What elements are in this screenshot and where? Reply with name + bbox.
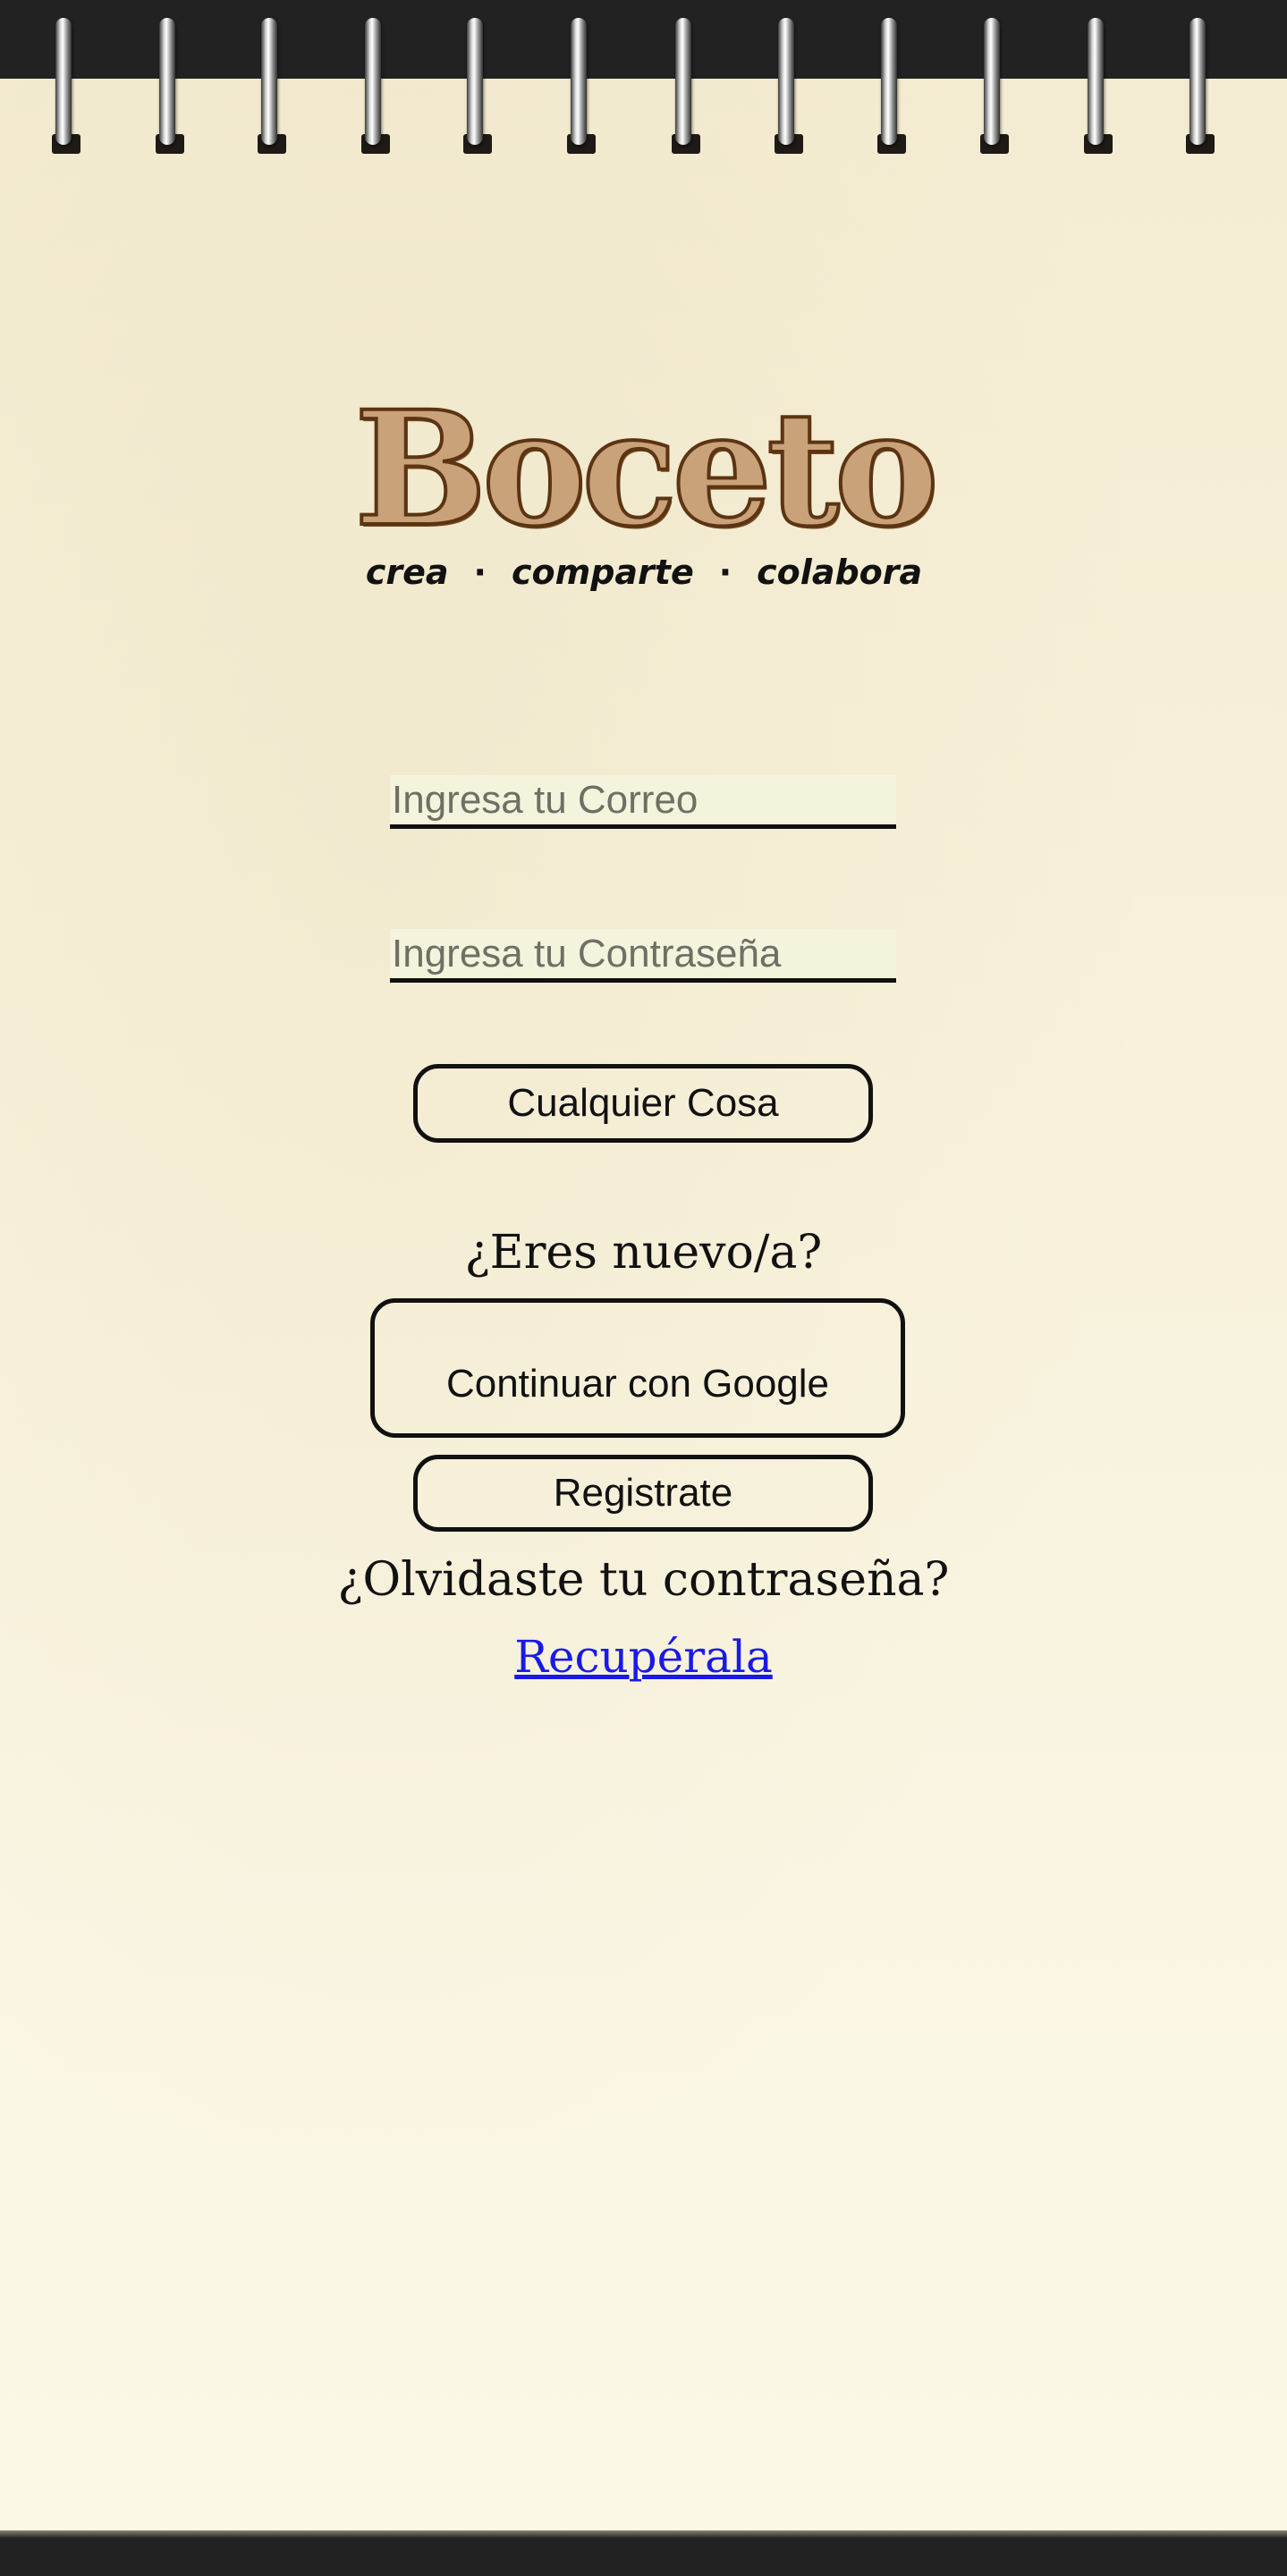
spiral-wire bbox=[159, 18, 175, 145]
new-user-prompt: ¿Eres nuevo/a? bbox=[464, 1226, 823, 1280]
register-button[interactable]: Registrate bbox=[413, 1455, 873, 1532]
spiral-ring bbox=[150, 18, 186, 154]
tagline-word-colabora: colabora bbox=[757, 553, 923, 592]
spiral-ring bbox=[769, 18, 805, 154]
tagline-separator: · bbox=[473, 553, 487, 592]
spiral-wire bbox=[1190, 18, 1206, 145]
spiral-ring bbox=[872, 18, 908, 154]
forgot-password-prompt: ¿Olvidaste tu contraseña? bbox=[337, 1553, 950, 1607]
spiral-ring bbox=[356, 18, 392, 154]
paper-bottom-edge bbox=[0, 2530, 1287, 2538]
spiral-ring bbox=[1181, 18, 1216, 154]
tagline-separator: · bbox=[718, 553, 732, 592]
spiral-wire bbox=[881, 18, 897, 145]
spiral-wire bbox=[571, 18, 587, 145]
spiral-ring bbox=[666, 18, 702, 154]
spiral-ring bbox=[252, 18, 288, 154]
spiral-ring bbox=[47, 18, 82, 154]
spiral-wire bbox=[467, 18, 483, 145]
spiral-ring bbox=[975, 18, 1011, 154]
spiral-wire bbox=[365, 18, 381, 145]
spiral-wire bbox=[984, 18, 1000, 145]
tagline-word-crea: crea bbox=[365, 553, 449, 592]
google-signin-button[interactable]: Continuar con Google bbox=[370, 1298, 905, 1438]
spiral-wire bbox=[1088, 18, 1104, 145]
spiral-wire bbox=[778, 18, 794, 145]
login-submit-button[interactable]: Cualquier Cosa bbox=[413, 1064, 873, 1143]
tagline-word-comparte: comparte bbox=[511, 553, 694, 592]
spiral-wire bbox=[55, 18, 72, 145]
app-logo: Boceto bbox=[352, 376, 941, 562]
tagline: crea · comparte · colabora bbox=[366, 547, 922, 597]
recover-password-link[interactable]: Recupérala bbox=[0, 1626, 1287, 1688]
password-input[interactable] bbox=[390, 929, 896, 983]
spiral-ring bbox=[1079, 18, 1114, 154]
email-input[interactable] bbox=[390, 775, 896, 829]
spiral-wire bbox=[675, 18, 691, 145]
spiral-wire bbox=[261, 18, 277, 145]
spiral-ring bbox=[458, 18, 494, 154]
spiral-ring bbox=[562, 18, 597, 154]
